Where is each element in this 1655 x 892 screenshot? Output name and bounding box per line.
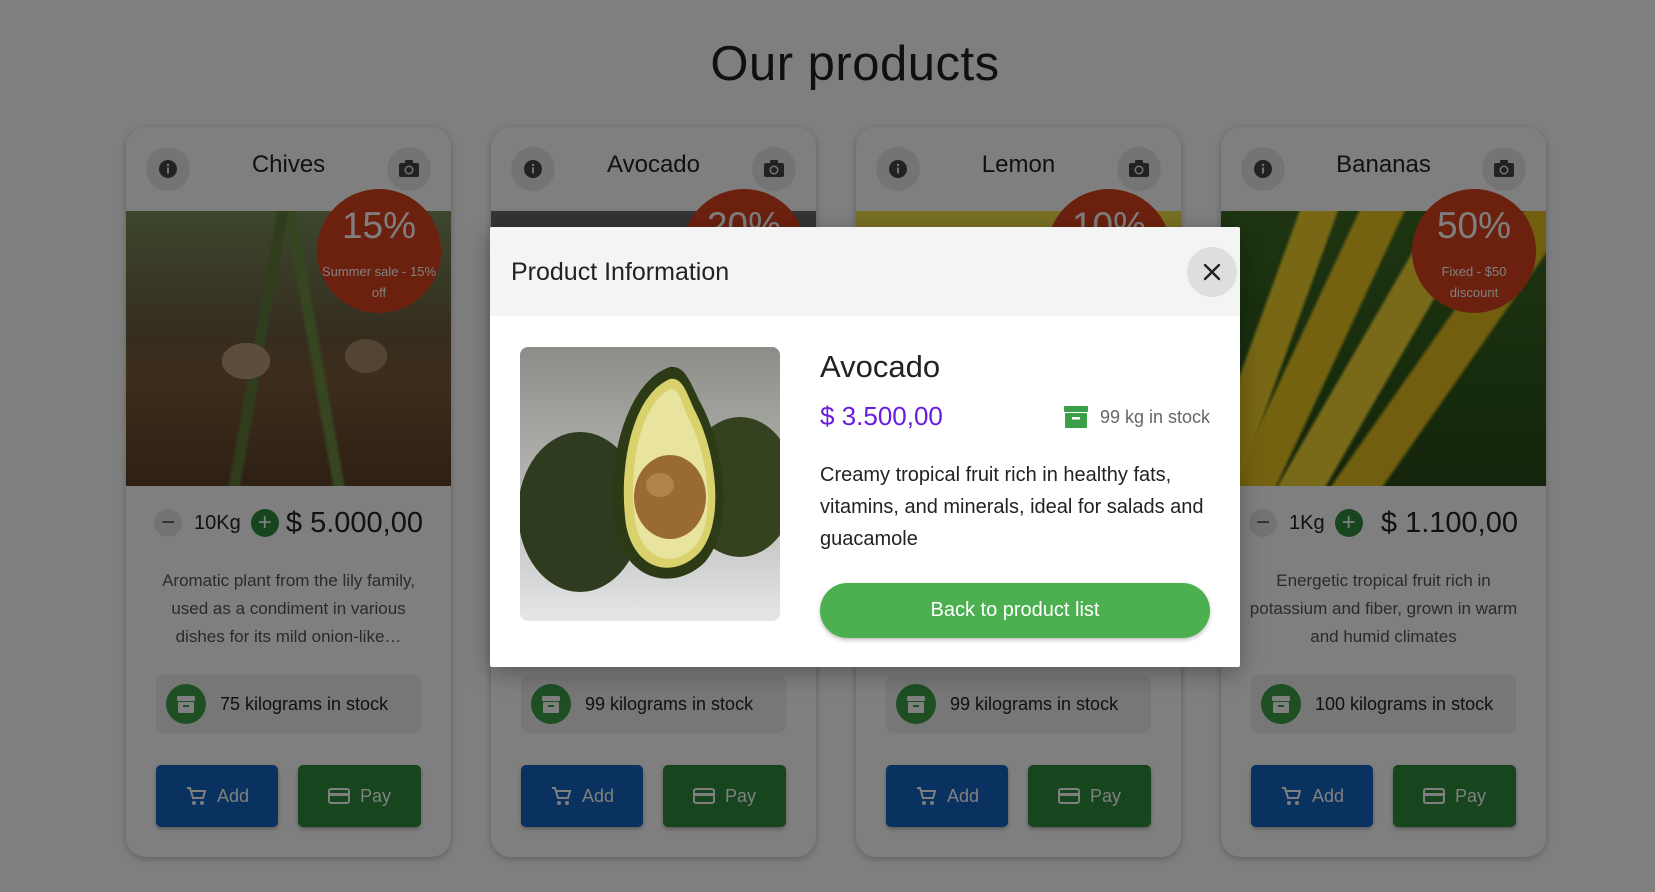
- close-button[interactable]: [1187, 247, 1237, 297]
- modal-stock-info: 99 kg in stock: [1062, 403, 1210, 431]
- close-icon: [1203, 263, 1221, 281]
- modal-header: Product Information: [490, 227, 1240, 316]
- product-photo: [520, 347, 780, 621]
- modal-product-description: Creamy tropical fruit rich in healthy fa…: [820, 464, 1204, 550]
- products-page: Our products Chives 15% Summer sale - 15…: [0, 0, 1655, 892]
- back-to-product-list-button[interactable]: Back to product list: [820, 583, 1210, 638]
- product-info-modal: Product Information Avocado $ 3.500,00 9…: [490, 227, 1240, 667]
- archive-box-icon: [1063, 406, 1088, 428]
- modal-stock-text: 99 kg in stock: [1099, 406, 1210, 427]
- modal-title: Product Information: [511, 258, 730, 286]
- modal-product-price: $ 3.500,00: [820, 401, 943, 431]
- modal-product-name: Avocado: [820, 349, 941, 384]
